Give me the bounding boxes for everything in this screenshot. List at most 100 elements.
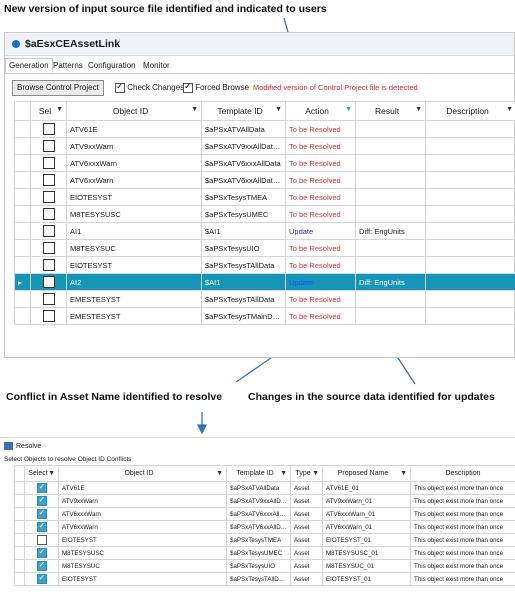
proposed-name-cell[interactable]: ATV61E_01 [323,482,411,495]
check-changes-toggle[interactable]: Check Changes [115,83,184,93]
table-row[interactable]: ATV61E$aPSxATVAllDataAssetATV61E_01This … [15,482,515,495]
col-header-type[interactable]: Type ▼ [291,466,323,482]
row-indicator[interactable] [15,223,31,240]
table-row[interactable]: EMESTESYST$aPSxTesysTAllDataTo be Resolv… [15,291,515,308]
row-indicator[interactable] [15,521,25,534]
row-indicator[interactable] [15,138,31,155]
row-indicator[interactable] [15,240,31,257]
col-header-action[interactable]: Action ▼ [286,102,356,121]
proposed-name-cell[interactable]: M8TESYSUC_01 [323,560,411,573]
select-cell[interactable] [25,508,59,521]
row-indicator[interactable] [15,547,25,560]
select-checkbox[interactable] [37,483,47,493]
row-indicator[interactable] [15,155,31,172]
select-cell[interactable] [25,534,59,547]
table-row[interactable]: EMESTESYST$aPSxTesysTMainDataTo be Resol… [15,308,515,325]
select-checkbox[interactable] [37,535,47,545]
row-indicator[interactable] [15,508,25,521]
proposed-name-cell[interactable]: EIOTESYST_01 [323,534,411,547]
table-row[interactable]: ATV6xxWarn$aPSxATV6xxAllData...AssetATV6… [15,521,515,534]
col-header-template-id[interactable]: Template ID ▼ [202,102,286,121]
row-indicator[interactable] [15,495,25,508]
row-indicator[interactable] [15,482,25,495]
table-row[interactable]: ATV6xxxWarn$aPSxATV6xxxAllDataTo be Reso… [15,155,515,172]
row-select-checkbox[interactable] [31,240,67,257]
row-indicator[interactable] [15,189,31,206]
select-cell[interactable] [25,495,59,508]
resolve-toolbar[interactable]: Resolve [4,442,41,450]
row-select-checkbox[interactable] [31,189,67,206]
select-checkbox[interactable] [37,574,47,584]
table-row[interactable]: M8TESYSUSC$aPSxTesysUMECAssetM8TESYSUSC_… [15,547,515,560]
table-row[interactable]: M8TESYSUSC$aPSxTesysUMECTo be Resolved [15,206,515,223]
forced-browse-checkbox[interactable] [183,83,193,93]
row-select-checkbox[interactable] [31,138,67,155]
select-cell[interactable] [25,521,59,534]
row-select-checkbox[interactable] [31,121,67,138]
table-row[interactable]: ATV6xxxWarn$aPSxATV6xxxAllDataAssetATV6x… [15,508,515,521]
col-header-proposed-name[interactable]: Proposed Name ▼ [323,466,411,482]
select-checkbox[interactable] [37,548,47,558]
row-indicator[interactable] [15,560,25,573]
row-indicator[interactable] [15,308,31,325]
select-checkbox[interactable] [37,496,47,506]
row-select-checkbox[interactable] [31,206,67,223]
row-select-checkbox[interactable] [31,257,67,274]
row-select-checkbox[interactable] [31,155,67,172]
select-checkbox[interactable] [37,561,47,571]
proposed-name-cell[interactable]: EIOTESYST_01 [323,573,411,586]
table-row[interactable]: EIOTESYST$aPSxTesysTAllDataAssetEIOTESYS… [15,573,515,586]
select-cell[interactable] [25,573,59,586]
table-row[interactable]: AI1$AI1UpdateDiff: EngUnits [15,223,515,240]
col-header-result[interactable]: Result ▼ [356,102,426,121]
proposed-name-cell[interactable]: ATV9xxWarn_01 [323,495,411,508]
table-row[interactable]: M8TESYSUC$aPSxTesysUIOTo be Resolved [15,240,515,257]
table-row[interactable]: ▸AI2$AI1UpdateDiff: EngUnits [15,274,515,291]
row-indicator[interactable] [15,534,25,547]
template-id-cell: $aPSxATV6xxAllDataa... [202,172,286,189]
select-cell[interactable] [25,560,59,573]
col-header-description[interactable]: Description ▼ [426,102,515,121]
col-header-template-id[interactable]: Template ID ▼ [227,466,291,482]
row-select-checkbox[interactable] [31,308,67,325]
row-indicator[interactable] [15,291,31,308]
select-checkbox[interactable] [37,522,47,532]
table-row[interactable]: M8TESYSUC$aPSxTesysUIOAssetM8TESYSUC_01T… [15,560,515,573]
tab-patterns[interactable]: Patterns [50,59,86,72]
row-indicator[interactable] [15,257,31,274]
proposed-name-cell[interactable]: ATV6xxxWarn_01 [323,508,411,521]
select-cell[interactable] [25,482,59,495]
row-indicator[interactable] [15,573,25,586]
table-row[interactable]: ATV6xxWarn$aPSxATV6xxAllDataa...To be Re… [15,172,515,189]
table-row[interactable]: EIOTESYST$aPSxTesysTAllDataTo be Resolve… [15,257,515,274]
forced-browse-toggle[interactable]: Forced Browse [183,83,249,93]
table-row[interactable]: ATV9xxWarn$aPSxATV9xxAllDataa...To be Re… [15,138,515,155]
browse-control-project-button[interactable]: Browse Control Project [12,80,104,96]
row-indicator-header [15,102,31,121]
row-select-checkbox[interactable] [31,274,67,291]
tab-configuration[interactable]: Configuration [85,59,139,72]
row-indicator[interactable]: ▸ [15,274,31,291]
proposed-name-cell[interactable]: ATV6xxWarn_01 [323,521,411,534]
check-changes-checkbox[interactable] [115,83,125,93]
proposed-name-cell[interactable]: M8TESYSUSC_01 [323,547,411,560]
row-select-checkbox[interactable] [31,172,67,189]
row-select-checkbox[interactable] [31,291,67,308]
col-header-sel[interactable]: Sel ▼ [31,102,67,121]
tab-monitor[interactable]: Monitor [140,59,173,72]
table-row[interactable]: EIOTESYST$aPSxTesysTMEAAssetEIOTESYST_01… [15,534,515,547]
row-indicator[interactable] [15,206,31,223]
row-indicator[interactable] [15,172,31,189]
row-select-checkbox[interactable] [31,223,67,240]
col-header-object-id[interactable]: Object ID ▼ [67,102,202,121]
col-header-object-id[interactable]: Object ID ▼ [59,466,227,482]
table-row[interactable]: EIOTESYST$aPSxTesysTMEATo be Resolved [15,189,515,206]
table-row[interactable]: ATV61E$aPSxATVAllDataTo be Resolved [15,121,515,138]
select-checkbox[interactable] [37,509,47,519]
tab-generation[interactable]: Generation [5,58,53,73]
table-row[interactable]: ATV9xxWarn$aPSxATV9xxAllData...AssetATV9… [15,495,515,508]
row-indicator[interactable] [15,121,31,138]
col-header-select[interactable]: Select ▼ [25,466,59,482]
col-header-description[interactable]: Description [411,466,515,482]
select-cell[interactable] [25,547,59,560]
